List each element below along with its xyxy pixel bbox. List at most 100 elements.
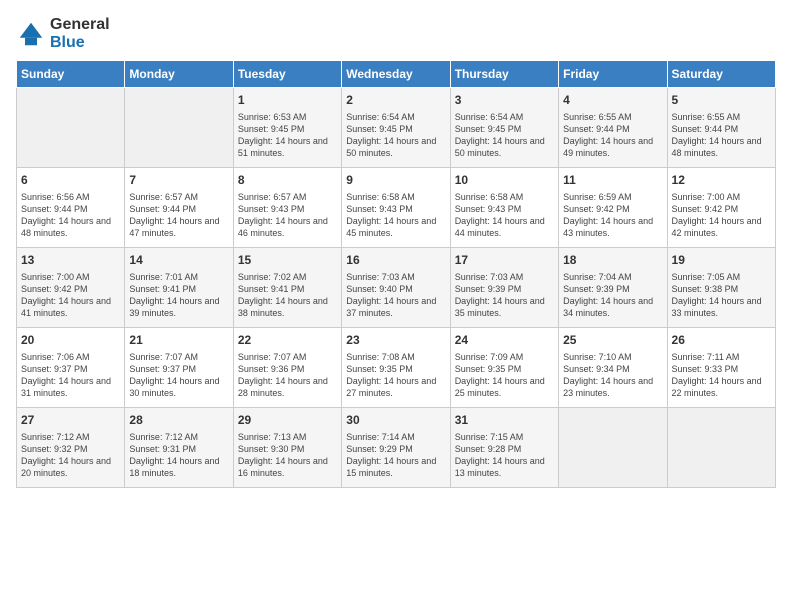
day-number: 9 bbox=[346, 172, 445, 189]
calendar-cell: 9 Sunrise: 6:58 AMSunset: 9:43 PMDaylight… bbox=[342, 168, 450, 248]
cell-info: Sunrise: 7:15 AMSunset: 9:28 PMDaylight:… bbox=[455, 431, 554, 480]
day-number: 22 bbox=[238, 332, 337, 349]
cell-info: Sunrise: 7:05 AMSunset: 9:38 PMDaylight:… bbox=[672, 271, 771, 320]
calendar-cell: 21 Sunrise: 7:07 AMSunset: 9:37 PMDayligh… bbox=[125, 328, 233, 408]
day-number: 21 bbox=[129, 332, 228, 349]
calendar-cell bbox=[667, 408, 775, 488]
day-number: 2 bbox=[346, 92, 445, 109]
day-number: 27 bbox=[21, 412, 120, 429]
calendar-cell bbox=[17, 88, 125, 168]
calendar-cell: 3 Sunrise: 6:54 AMSunset: 9:45 PMDaylight… bbox=[450, 88, 558, 168]
calendar-cell: 7Sunrise: 6:57 AMSunset: 9:44 PMDaylight… bbox=[125, 168, 233, 248]
day-number: 3 bbox=[455, 92, 554, 109]
day-number: 11 bbox=[563, 172, 662, 189]
page-header: General Blue bbox=[16, 16, 776, 52]
cell-info: Sunrise: 7:01 AMSunset: 9:41 PMDaylight:… bbox=[129, 271, 228, 320]
calendar-cell bbox=[125, 88, 233, 168]
cell-info: Sunrise: 6:53 AMSunset: 9:45 PMDaylight:… bbox=[238, 111, 337, 160]
logo: General Blue bbox=[16, 16, 110, 52]
cell-info: Sunrise: 7:07 AMSunset: 9:36 PMDaylight:… bbox=[238, 351, 337, 400]
calendar-cell: 4 Sunrise: 6:55 AMSunset: 9:44 PMDaylight… bbox=[559, 88, 667, 168]
day-number: 13 bbox=[21, 252, 120, 269]
weekday-header: Monday bbox=[125, 61, 233, 88]
calendar-cell: 5Sunrise: 6:55 AMSunset: 9:44 PMDaylight… bbox=[667, 88, 775, 168]
calendar-week-row: 6 Sunrise: 6:56 AMSunset: 9:44 PMDaylight… bbox=[17, 168, 776, 248]
cell-info: Sunrise: 6:55 AMSunset: 9:44 PMDaylight:… bbox=[563, 111, 662, 160]
calendar-cell: 10 Sunrise: 6:58 AMSunset: 9:43 PMDayligh… bbox=[450, 168, 558, 248]
day-number: 17 bbox=[455, 252, 554, 269]
day-number: 20 bbox=[21, 332, 120, 349]
calendar-table: SundayMondayTuesdayWednesdayThursdayFrid… bbox=[16, 60, 776, 488]
logo-text: General Blue bbox=[50, 16, 110, 52]
cell-info: Sunrise: 7:14 AMSunset: 9:29 PMDaylight:… bbox=[346, 431, 445, 480]
day-number: 1 bbox=[238, 92, 337, 109]
calendar-cell: 25Sunrise: 7:10 AMSunset: 9:34 PMDayligh… bbox=[559, 328, 667, 408]
calendar-cell: 26Sunrise: 7:11 AMSunset: 9:33 PMDayligh… bbox=[667, 328, 775, 408]
day-number: 8 bbox=[238, 172, 337, 189]
day-number: 16 bbox=[346, 252, 445, 269]
weekday-header-row: SundayMondayTuesdayWednesdayThursdayFrid… bbox=[17, 61, 776, 88]
calendar-cell: 27Sunrise: 7:12 AMSunset: 9:32 PMDayligh… bbox=[17, 408, 125, 488]
logo-icon bbox=[16, 19, 46, 49]
cell-info: Sunrise: 6:54 AMSunset: 9:45 PMDaylight:… bbox=[346, 111, 445, 160]
cell-info: Sunrise: 7:12 AMSunset: 9:31 PMDaylight:… bbox=[129, 431, 228, 480]
weekday-header: Friday bbox=[559, 61, 667, 88]
cell-info: Sunrise: 7:10 AMSunset: 9:34 PMDaylight:… bbox=[563, 351, 662, 400]
cell-info: Sunrise: 6:55 AMSunset: 9:44 PMDaylight:… bbox=[672, 111, 771, 160]
calendar-cell: 22 Sunrise: 7:07 AMSunset: 9:36 PMDayligh… bbox=[233, 328, 341, 408]
day-number: 18 bbox=[563, 252, 662, 269]
calendar-cell: 6 Sunrise: 6:56 AMSunset: 9:44 PMDaylight… bbox=[17, 168, 125, 248]
day-number: 23 bbox=[346, 332, 445, 349]
day-number: 4 bbox=[563, 92, 662, 109]
day-number: 12 bbox=[672, 172, 771, 189]
cell-info: Sunrise: 6:57 AMSunset: 9:43 PMDaylight:… bbox=[238, 191, 337, 240]
calendar-cell: 30Sunrise: 7:14 AMSunset: 9:29 PMDayligh… bbox=[342, 408, 450, 488]
calendar-cell: 16 Sunrise: 7:03 AMSunset: 9:40 PMDayligh… bbox=[342, 248, 450, 328]
day-number: 28 bbox=[129, 412, 228, 429]
cell-info: Sunrise: 7:11 AMSunset: 9:33 PMDaylight:… bbox=[672, 351, 771, 400]
calendar-cell: 1 Sunrise: 6:53 AMSunset: 9:45 PMDaylight… bbox=[233, 88, 341, 168]
calendar-cell bbox=[559, 408, 667, 488]
calendar-week-row: 13Sunrise: 7:00 AMSunset: 9:42 PMDayligh… bbox=[17, 248, 776, 328]
day-number: 6 bbox=[21, 172, 120, 189]
calendar-cell: 20 Sunrise: 7:06 AMSunset: 9:37 PMDayligh… bbox=[17, 328, 125, 408]
calendar-cell: 11 Sunrise: 6:59 AMSunset: 9:42 PMDayligh… bbox=[559, 168, 667, 248]
calendar-cell: 8 Sunrise: 6:57 AMSunset: 9:43 PMDaylight… bbox=[233, 168, 341, 248]
calendar-cell: 14 Sunrise: 7:01 AMSunset: 9:41 PMDayligh… bbox=[125, 248, 233, 328]
calendar-cell: 24Sunrise: 7:09 AMSunset: 9:35 PMDayligh… bbox=[450, 328, 558, 408]
calendar-week-row: 20 Sunrise: 7:06 AMSunset: 9:37 PMDayligh… bbox=[17, 328, 776, 408]
calendar-cell: 28 Sunrise: 7:12 AMSunset: 9:31 PMDayligh… bbox=[125, 408, 233, 488]
weekday-header: Sunday bbox=[17, 61, 125, 88]
cell-info: Sunrise: 7:06 AMSunset: 9:37 PMDaylight:… bbox=[21, 351, 120, 400]
day-number: 19 bbox=[672, 252, 771, 269]
cell-info: Sunrise: 7:04 AMSunset: 9:39 PMDaylight:… bbox=[563, 271, 662, 320]
calendar-cell: 31Sunrise: 7:15 AMSunset: 9:28 PMDayligh… bbox=[450, 408, 558, 488]
day-number: 10 bbox=[455, 172, 554, 189]
calendar-cell: 12Sunrise: 7:00 AMSunset: 9:42 PMDayligh… bbox=[667, 168, 775, 248]
cell-info: Sunrise: 7:03 AMSunset: 9:40 PMDaylight:… bbox=[346, 271, 445, 320]
cell-info: Sunrise: 6:56 AMSunset: 9:44 PMDaylight:… bbox=[21, 191, 120, 240]
calendar-cell: 2 Sunrise: 6:54 AMSunset: 9:45 PMDaylight… bbox=[342, 88, 450, 168]
cell-info: Sunrise: 6:57 AMSunset: 9:44 PMDaylight:… bbox=[129, 191, 228, 240]
weekday-header: Saturday bbox=[667, 61, 775, 88]
calendar-cell: 17Sunrise: 7:03 AMSunset: 9:39 PMDayligh… bbox=[450, 248, 558, 328]
cell-info: Sunrise: 6:54 AMSunset: 9:45 PMDaylight:… bbox=[455, 111, 554, 160]
cell-info: Sunrise: 6:59 AMSunset: 9:42 PMDaylight:… bbox=[563, 191, 662, 240]
day-number: 15 bbox=[238, 252, 337, 269]
cell-info: Sunrise: 7:08 AMSunset: 9:35 PMDaylight:… bbox=[346, 351, 445, 400]
calendar-cell: 15 Sunrise: 7:02 AMSunset: 9:41 PMDayligh… bbox=[233, 248, 341, 328]
weekday-header: Tuesday bbox=[233, 61, 341, 88]
cell-info: Sunrise: 7:09 AMSunset: 9:35 PMDaylight:… bbox=[455, 351, 554, 400]
weekday-header: Wednesday bbox=[342, 61, 450, 88]
cell-info: Sunrise: 7:02 AMSunset: 9:41 PMDaylight:… bbox=[238, 271, 337, 320]
cell-info: Sunrise: 6:58 AMSunset: 9:43 PMDaylight:… bbox=[455, 191, 554, 240]
calendar-cell: 23 Sunrise: 7:08 AMSunset: 9:35 PMDayligh… bbox=[342, 328, 450, 408]
weekday-header: Thursday bbox=[450, 61, 558, 88]
calendar-week-row: 1 Sunrise: 6:53 AMSunset: 9:45 PMDaylight… bbox=[17, 88, 776, 168]
day-number: 14 bbox=[129, 252, 228, 269]
calendar-cell: 29Sunrise: 7:13 AMSunset: 9:30 PMDayligh… bbox=[233, 408, 341, 488]
calendar-cell: 13Sunrise: 7:00 AMSunset: 9:42 PMDayligh… bbox=[17, 248, 125, 328]
cell-info: Sunrise: 7:07 AMSunset: 9:37 PMDaylight:… bbox=[129, 351, 228, 400]
cell-info: Sunrise: 6:58 AMSunset: 9:43 PMDaylight:… bbox=[346, 191, 445, 240]
calendar-week-row: 27Sunrise: 7:12 AMSunset: 9:32 PMDayligh… bbox=[17, 408, 776, 488]
